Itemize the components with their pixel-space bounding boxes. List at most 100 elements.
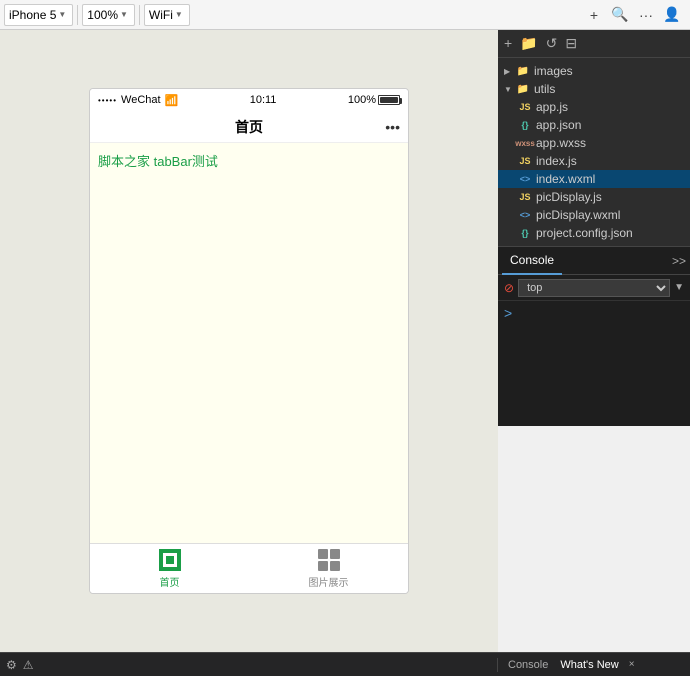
network-label: WiFi <box>149 8 173 22</box>
main-content: ••••• WeChat 📶 10:11 100% 首页 ••• <box>0 30 690 652</box>
file-panel: + 📁 ↺ ⊟ ▶ 📁 images ▼ 📁 utils <box>498 30 690 246</box>
grid-icon-shape <box>318 549 340 571</box>
phone-panel: ••••• WeChat 📶 10:11 100% 首页 ••• <box>0 30 498 652</box>
file-item-projectjson[interactable]: {} project.config.json <box>498 224 690 242</box>
fp-folder-icon[interactable]: 📁 <box>520 35 537 52</box>
filter-icon: ⊘ <box>504 281 514 295</box>
top-toolbar: iPhone 5 ▼ 100% ▼ WiFi ▼ + 🔍 ··· 👤 <box>0 0 690 30</box>
file-item-images[interactable]: ▶ 📁 images <box>498 62 690 80</box>
bottom-left: ⚙ ⚠ <box>0 658 498 672</box>
file-item-picdisplayjs[interactable]: JS picDisplay.js <box>498 188 690 206</box>
fp-collapse-icon[interactable]: ⊟ <box>565 35 577 52</box>
json-icon-appjson: {} <box>518 118 532 132</box>
network-arrow: ▼ <box>175 10 183 19</box>
tab-pics-label: 图片展示 <box>309 574 349 589</box>
console-filter-select[interactable]: top <box>518 279 670 297</box>
file-name-appjs: app.js <box>536 100 568 114</box>
zoom-arrow: ▼ <box>120 10 128 19</box>
console-tabs: Console >> <box>498 247 690 275</box>
console-expand-icon[interactable]: >> <box>672 254 686 268</box>
console-panel: Console >> ⊘ top ▼ > <box>498 246 690 426</box>
device-label: iPhone 5 <box>9 8 56 22</box>
bottom-console-tab[interactable]: Console <box>504 659 552 671</box>
folder-icon-images: 📁 <box>516 64 530 78</box>
tab-home-icon <box>158 548 182 572</box>
status-time: 10:11 <box>250 94 277 106</box>
zoom-select[interactable]: 100% ▼ <box>82 4 135 26</box>
file-name-appjson: app.json <box>536 118 581 132</box>
filter-dropdown-icon[interactable]: ▼ <box>674 282 684 293</box>
wifi-icon: 📶 <box>165 94 179 107</box>
phone-status-bar: ••••• WeChat 📶 10:11 100% <box>90 89 408 111</box>
file-item-appjs[interactable]: JS app.js <box>498 98 690 116</box>
phone-navbar: 首页 ••• <box>90 111 408 143</box>
folder-icon-utils: 📁 <box>516 82 530 96</box>
tab-home[interactable]: 首页 <box>90 544 249 593</box>
more-icon[interactable]: ··· <box>636 5 656 25</box>
profile-icon[interactable]: 👤 <box>662 5 682 25</box>
bottom-right: Console What's New × <box>498 659 690 671</box>
js-icon-picdisplayjs: JS <box>518 190 532 204</box>
search-icon[interactable]: 🔍 <box>610 5 630 25</box>
file-name-projectjson: project.config.json <box>536 226 633 240</box>
wxss-icon-appwxss: wxss <box>518 136 532 150</box>
file-panel-toolbar: + 📁 ↺ ⊟ <box>498 30 690 58</box>
wxml-icon-picdisplaywxml: <> <box>518 208 532 222</box>
console-tab-console[interactable]: Console <box>502 247 562 275</box>
zoom-label: 100% <box>87 8 118 22</box>
file-name-appwxss: app.wxss <box>536 136 586 150</box>
bottom-settings-icon[interactable]: ⚙ <box>6 658 17 672</box>
sep1 <box>77 5 78 25</box>
tab-pics[interactable]: 图片展示 <box>249 544 408 593</box>
bottom-warn-icon[interactable]: ⚠ <box>23 658 34 672</box>
json-icon-projectjson: {} <box>518 226 532 240</box>
file-item-appjson[interactable]: {} app.json <box>498 116 690 134</box>
wechat-label: WeChat <box>121 94 161 106</box>
bottom-close-icon[interactable]: × <box>629 659 635 670</box>
file-name-indexwxml: index.wxml <box>536 172 595 186</box>
add-icon[interactable]: + <box>584 5 604 25</box>
tab-home-label: 首页 <box>160 574 180 589</box>
device-select[interactable]: iPhone 5 ▼ <box>4 4 73 26</box>
file-item-indexwxml[interactable]: <> index.wxml <box>498 170 690 188</box>
navbar-title: 首页 <box>235 117 263 137</box>
page-body-text: 脚本之家 tabBar测试 <box>98 154 218 169</box>
battery-pct: 100% <box>348 94 376 106</box>
device-arrow: ▼ <box>58 10 66 19</box>
status-left: ••••• WeChat 📶 <box>98 94 178 107</box>
console-body: > <box>498 301 690 426</box>
battery-fill <box>380 97 398 103</box>
fp-refresh-icon[interactable]: ↺ <box>546 35 558 52</box>
battery-icon <box>378 95 400 105</box>
navbar-dots[interactable]: ••• <box>385 119 400 135</box>
js-icon-indexjs: JS <box>518 154 532 168</box>
wxml-icon-indexwxml: <> <box>518 172 532 186</box>
file-name-images: images <box>534 64 573 78</box>
right-panel: + 📁 ↺ ⊟ ▶ 📁 images ▼ 📁 utils <box>498 30 690 652</box>
file-item-picdisplaywxml[interactable]: <> picDisplay.wxml <box>498 206 690 224</box>
folder-arrow-utils: ▼ <box>504 85 512 94</box>
phone-tabbar: 首页 图片展示 <box>90 543 408 593</box>
signal-dots: ••••• <box>98 96 117 105</box>
fp-add-icon[interactable]: + <box>504 35 512 52</box>
console-prompt[interactable]: > <box>504 305 512 321</box>
sep2 <box>139 5 140 25</box>
file-item-appwxss[interactable]: wxss app.wxss <box>498 134 690 152</box>
file-item-utils[interactable]: ▼ 📁 utils <box>498 80 690 98</box>
js-icon-appjs: JS <box>518 100 532 114</box>
file-name-picdisplaywxml: picDisplay.wxml <box>536 208 620 222</box>
file-name-indexjs: index.js <box>536 154 577 168</box>
network-select[interactable]: WiFi ▼ <box>144 4 190 26</box>
bottom-bar: ⚙ ⚠ Console What's New × <box>0 652 690 676</box>
tab-pics-icon <box>317 548 341 572</box>
phone-frame: ••••• WeChat 📶 10:11 100% 首页 ••• <box>89 88 409 594</box>
bottom-whats-new-tab[interactable]: What's New <box>556 659 622 671</box>
fp-icons: + 📁 ↺ ⊟ <box>504 35 577 52</box>
file-tree: ▶ 📁 images ▼ 📁 utils JS app.js {} app.js… <box>498 58 690 246</box>
file-name-utils: utils <box>534 82 555 96</box>
status-right: 100% <box>348 94 400 106</box>
phone-body: 脚本之家 tabBar测试 <box>90 143 408 543</box>
folder-arrow-images: ▶ <box>504 67 512 76</box>
home-icon-shape <box>159 549 181 571</box>
file-item-indexjs[interactable]: JS index.js <box>498 152 690 170</box>
